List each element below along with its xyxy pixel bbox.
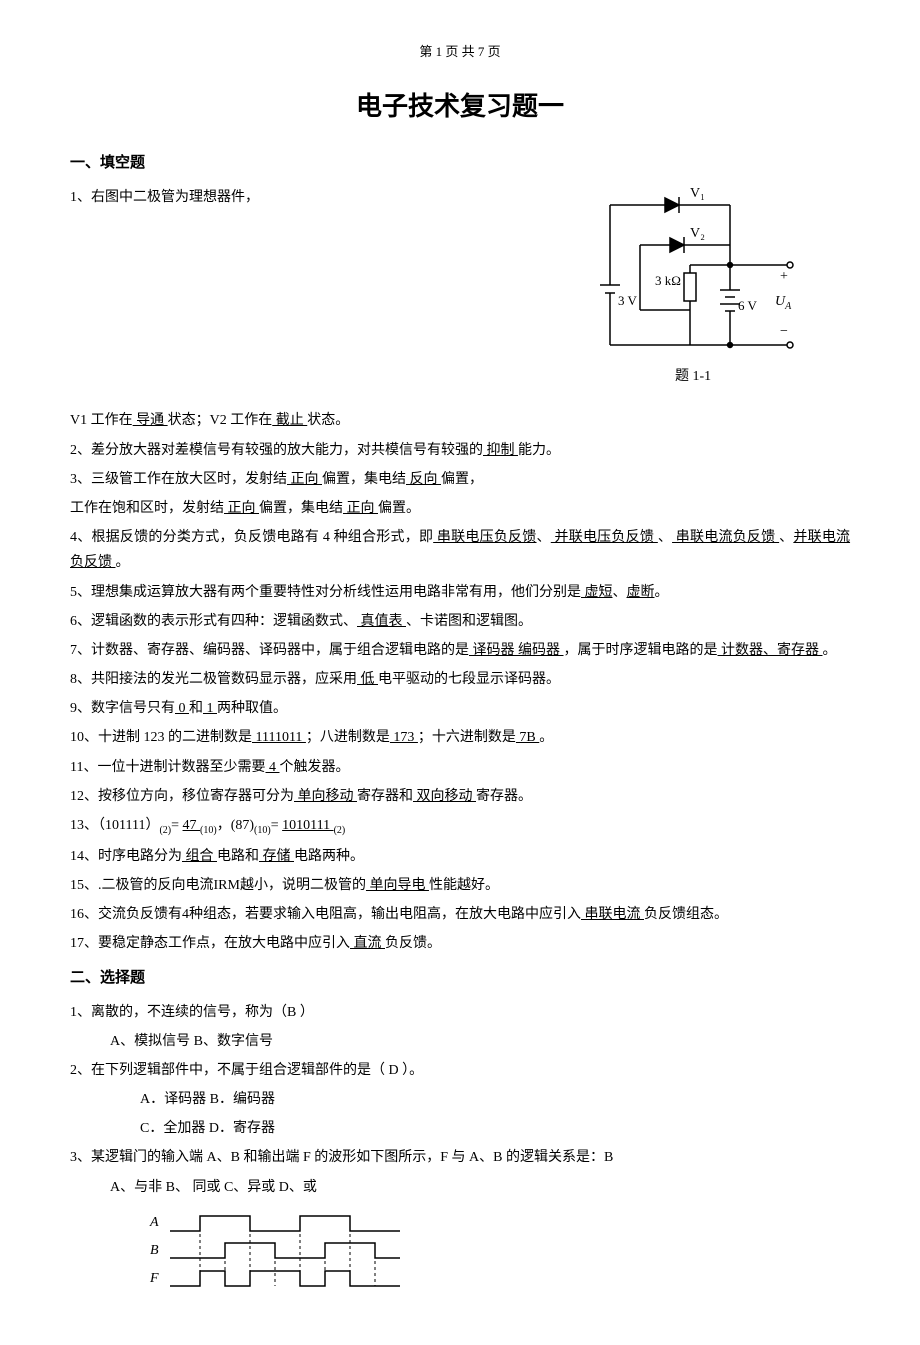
q13: 13、（101111）(2)= 47 (10)，(87)(10)= 101011… <box>70 813 850 840</box>
circuit-ua: UA <box>775 294 792 312</box>
q7: 7、计数器、寄存器、编码器、译码器中，属于组合逻辑电路的是 译码器 编码器 ，属… <box>70 638 850 663</box>
mc3-q: 3、某逻辑门的输入端 A、B 和输出端 F 的波形如下图所示，F 与 A、B 的… <box>70 1145 850 1170</box>
q11: 11、一位十进制计数器至少需要 4 个触发器。 <box>70 755 850 780</box>
q3-line2: 工作在饱和区时，发射结 正向 偏置，集电结 正向 偏置。 <box>70 496 850 521</box>
mc2-q: 2、在下列逻辑部件中，不属于组合逻辑部件的是（ D ）。 <box>70 1058 850 1083</box>
circuit-plus: + <box>780 269 788 284</box>
section-2-heading: 二、选择题 <box>70 965 850 992</box>
circuit-diagram: V₁ V₂ 3 kΩ 3 V 6 V + UA − 题 1-1 <box>580 185 810 394</box>
q2: 2、差分放大器对差模信号有较强的放大能力，对共模信号有较强的 抑制 能力。 <box>70 438 850 463</box>
circuit-src1-label: 3 V <box>618 293 638 308</box>
document-title: 电子技术复习题一 <box>70 83 850 130</box>
mc2-opts1: A．译码器 B．编码器 <box>70 1087 850 1112</box>
waveform-diagram: A B F <box>140 1206 850 1305</box>
q9: 9、数字信号只有 0 和 1 两种取值。 <box>70 696 850 721</box>
circuit-v2-label: V₂ <box>690 226 705 241</box>
q3-line1: 3、三级管工作在放大区时，发射结 正向 偏置，集电结 反向 偏置， <box>70 467 850 492</box>
section-1-heading: 一、填空题 <box>70 150 850 177</box>
q10: 10、十进制 123 的二进制数是 1111011 ；八进制数是 173 ；十六… <box>70 725 850 750</box>
q16: 16、交流负反馈有4种组态，若要求输入电阻高，输出电阻高，在放大电路中应引入 串… <box>70 902 850 927</box>
mc3-opts: A、与非 B、 同或 C、异或 D、或 <box>70 1175 850 1200</box>
q1-line2: V1 工作在 导通 状态；V2 工作在 截止 状态。 <box>70 408 850 433</box>
q17: 17、要稳定静态工作点，在放大电路中应引入 直流 负反馈。 <box>70 931 850 956</box>
q6: 6、逻辑函数的表示形式有四种：逻辑函数式、 真值表 、卡诺图和逻辑图。 <box>70 609 850 634</box>
circuit-minus: − <box>780 324 788 339</box>
mc1-opts: A、模拟信号 B、数字信号 <box>70 1029 850 1054</box>
q14: 14、时序电路分为 组合 电路和 存储 电路两种。 <box>70 844 850 869</box>
wave-label-a: A <box>149 1215 159 1230</box>
wave-label-f: F <box>149 1271 159 1286</box>
q15: 15、.二极管的反向电流IRM越小，说明二极管的 单向导电 性能越好。 <box>70 873 850 898</box>
mc1-q: 1、离散的，不连续的信号，称为（B ） <box>70 1000 850 1025</box>
q8: 8、共阳接法的发光二极管数码显示器，应采用 低 电平驱动的七段显示译码器。 <box>70 667 850 692</box>
circuit-r-label: 3 kΩ <box>655 273 681 288</box>
wave-label-b: B <box>150 1243 159 1258</box>
circuit-caption: 题 1-1 <box>675 369 711 384</box>
q4: 4、根据反馈的分类方式，负反馈电路有 4 种组合形式，即 串联电压负反馈、 并联… <box>70 525 850 575</box>
q5: 5、理想集成运算放大器有两个重要特性对分析线性运用电路非常有用，他们分别是 虚短… <box>70 580 850 605</box>
mc2-opts2: C．全加器 D．寄存器 <box>70 1116 850 1141</box>
q12: 12、按移位方向，移位寄存器可分为 单向移动 寄存器和 双向移动 寄存器。 <box>70 784 850 809</box>
page-header: 第 1 页 共 7 页 <box>70 40 850 63</box>
circuit-v1-label: V₁ <box>690 186 705 201</box>
circuit-src2-label: 6 V <box>738 298 758 313</box>
